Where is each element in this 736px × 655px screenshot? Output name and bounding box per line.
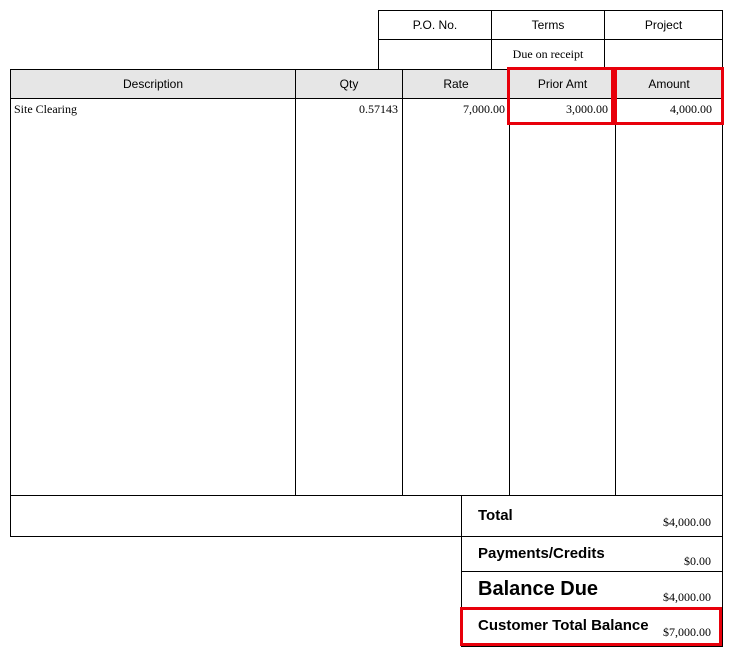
customer-total-balance-highlight xyxy=(460,607,722,646)
balance-due-value: $4,000.00 xyxy=(663,590,711,604)
terms-value: Due on receipt xyxy=(512,47,584,61)
project-header: Project xyxy=(644,18,683,32)
total-label: Total xyxy=(478,507,513,524)
item-description: Site Clearing xyxy=(14,102,77,116)
item-qty: 0.57143 xyxy=(359,102,398,116)
prior-amt-highlight xyxy=(507,67,614,125)
terms-header: Terms xyxy=(531,18,565,32)
po-number-header: P.O. No. xyxy=(412,18,458,32)
rate-header: Rate xyxy=(443,77,469,91)
payments-credits-value: $0.00 xyxy=(684,554,711,568)
total-value: $4,000.00 xyxy=(663,515,711,529)
qty-header: Qty xyxy=(339,77,359,91)
payments-credits-label: Payments/Credits xyxy=(478,545,605,562)
description-header: Description xyxy=(122,77,184,91)
balance-due-label: Balance Due xyxy=(478,578,599,600)
item-rate: 7,000.00 xyxy=(463,102,505,116)
amount-highlight xyxy=(614,67,724,125)
